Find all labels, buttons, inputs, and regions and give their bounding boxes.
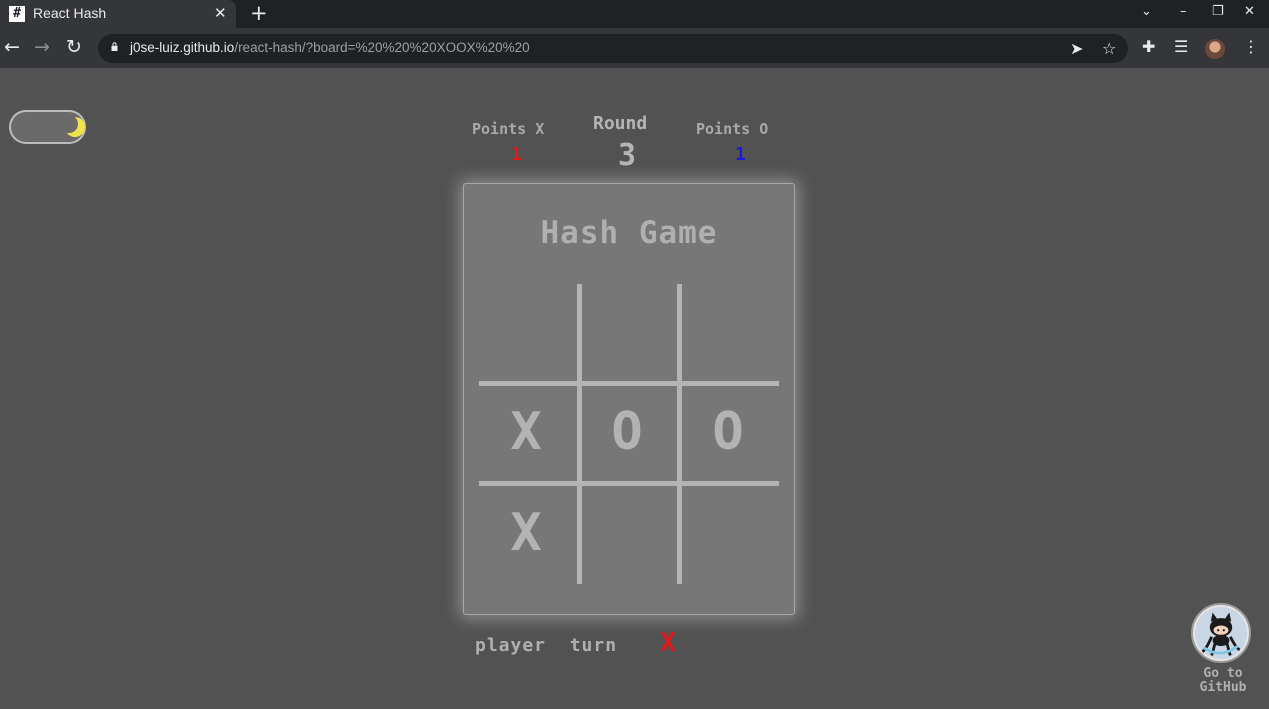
board-cell[interactable]: X — [476, 382, 576, 482]
board-cell[interactable] — [476, 281, 576, 381]
board-cell[interactable]: O — [577, 382, 677, 482]
github-label: Go to GitHub — [1190, 667, 1256, 695]
hash-favicon-icon: # — [9, 6, 25, 22]
reload-icon[interactable]: ↻ — [66, 36, 82, 58]
new-tab-icon[interactable]: + — [250, 1, 268, 25]
game-title: Hash Game — [540, 215, 718, 251]
restore-icon[interactable]: ❐ — [1212, 4, 1224, 19]
window-close-icon[interactable]: ✕ — [1244, 4, 1255, 19]
github-label-line1: Go to — [1203, 666, 1243, 681]
points-o-value: 1 — [735, 144, 746, 165]
points-x-value: 1 — [511, 144, 522, 165]
board-cell[interactable] — [577, 281, 677, 381]
theme-toggle[interactable] — [9, 110, 86, 144]
back-arrow-icon[interactable]: ← — [4, 36, 20, 58]
octocat-icon — [1191, 603, 1251, 663]
github-label-line2: GitHub — [1199, 680, 1247, 695]
forward-arrow-icon[interactable]: → — [34, 36, 50, 58]
minimize-icon[interactable]: – — [1180, 4, 1187, 19]
round-value: 3 — [618, 138, 637, 173]
close-tab-icon[interactable]: ✕ — [214, 4, 227, 22]
profile-avatar[interactable] — [1205, 39, 1225, 59]
media-queue-icon[interactable]: ☰ — [1174, 37, 1188, 56]
browser-tab[interactable]: # React Hash ✕ — [0, 0, 236, 28]
page-content: Points X 1 Round 3 Points O 1 Hash Game … — [0, 68, 1269, 709]
round-label: Round — [593, 113, 648, 134]
game-card: Hash Game X O O X — [463, 183, 795, 615]
player-turn-label: player turn — [475, 635, 618, 656]
url-path: /react-hash/?board=%20%20%20XOOX%20%20 — [234, 40, 530, 55]
menu-dots-icon[interactable]: ⋮ — [1243, 37, 1259, 56]
lock-icon — [111, 42, 118, 51]
points-o-label: Points O — [696, 120, 769, 138]
url-host: j0se-luiz.github.io — [130, 40, 235, 55]
bookmark-star-icon[interactable]: ☆ — [1102, 39, 1116, 58]
browser-tab-strip: # React Hash ✕ + ⌄ – ❐ ✕ — [0, 0, 1269, 28]
board-cell[interactable]: O — [678, 382, 778, 482]
url-text: j0se-luiz.github.io/react-hash/?board=%2… — [130, 40, 530, 55]
board-cell[interactable]: X — [476, 483, 576, 583]
moon-icon — [60, 115, 85, 137]
tab-title: React Hash — [33, 5, 107, 21]
address-bar[interactable]: j0se-luiz.github.io/react-hash/?board=%2… — [98, 34, 1128, 63]
board-cell[interactable] — [678, 483, 778, 583]
board-cell[interactable] — [678, 281, 778, 381]
github-link[interactable]: Go to GitHub — [1190, 603, 1254, 698]
current-player-mark: X — [660, 628, 676, 658]
browser-toolbar: ← → ↻ j0se-luiz.github.io/react-hash/?bo… — [0, 28, 1269, 68]
board-cell[interactable] — [577, 483, 677, 583]
points-x-label: Points X — [472, 120, 545, 138]
tab-search-icon[interactable]: ⌄ — [1141, 4, 1152, 19]
extensions-puzzle-icon[interactable]: ✚ — [1142, 37, 1155, 56]
send-icon[interactable]: ➤ — [1070, 39, 1083, 58]
